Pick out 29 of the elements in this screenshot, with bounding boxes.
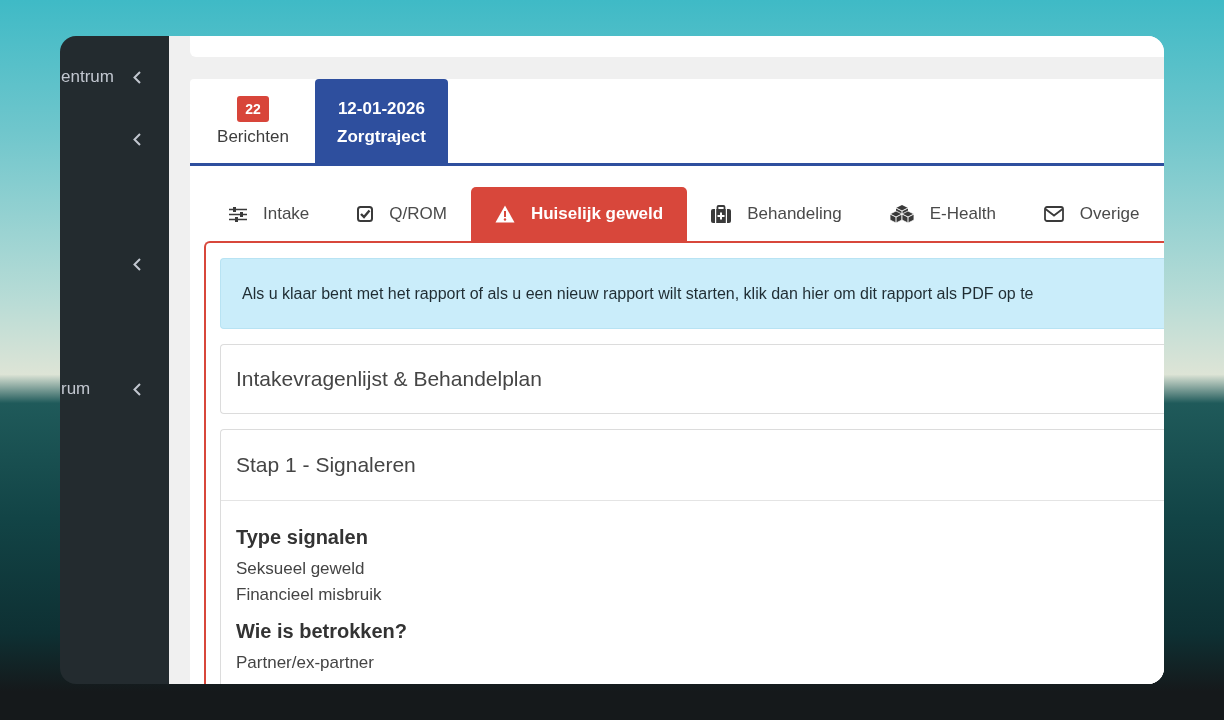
menu-item[interactable]: rum (60, 379, 91, 399)
envelope-icon (1043, 206, 1064, 222)
panel-title[interactable]: Intakevragenlijst & Behandelplan (236, 367, 542, 391)
cubes-icon (889, 205, 914, 223)
section-tab[interactable]: Q/ROM (333, 187, 471, 241)
warning-icon (494, 205, 515, 223)
chevron-icon[interactable] (133, 132, 141, 146)
info-alert[interactable]: Als u klaar bent met het rapport of als u een nieuw rapport wilt starten, klik dan hier om dit rapport als PDF op te (220, 258, 1164, 329)
sliders-icon (229, 206, 247, 222)
field-label: Type signalen (236, 525, 369, 550)
section-tab[interactable]: Behandeling (687, 187, 866, 241)
record-tab[interactable]: 22 Berichten (191, 79, 315, 163)
section-tab[interactable]: Intake (205, 187, 334, 241)
chevron-icon[interactable] (133, 382, 141, 396)
medkit-icon (711, 205, 732, 223)
field-value: Financieel misbruik (236, 584, 383, 606)
chevron-icon[interactable] (133, 70, 141, 84)
menu-item[interactable]: entrum (60, 67, 114, 87)
field-value: Partner/ex-partner (236, 652, 375, 674)
section-tab[interactable]: Huiselijk geweld (470, 187, 688, 241)
section-tab[interactable]: E-Health (865, 187, 1020, 241)
count-badge: 22 (237, 96, 269, 122)
field-label: Wie is betrokken? (236, 619, 408, 644)
panel-title[interactable]: Stap 1 - Signaleren (236, 453, 416, 477)
checkbox-icon (357, 206, 374, 222)
section-tab[interactable]: Overige (1019, 187, 1164, 241)
record-tab[interactable]: 12-01-2026 Zorgtraject (315, 79, 448, 163)
field-value: Seksueel geweld (236, 558, 366, 580)
chevron-icon[interactable] (133, 257, 141, 271)
